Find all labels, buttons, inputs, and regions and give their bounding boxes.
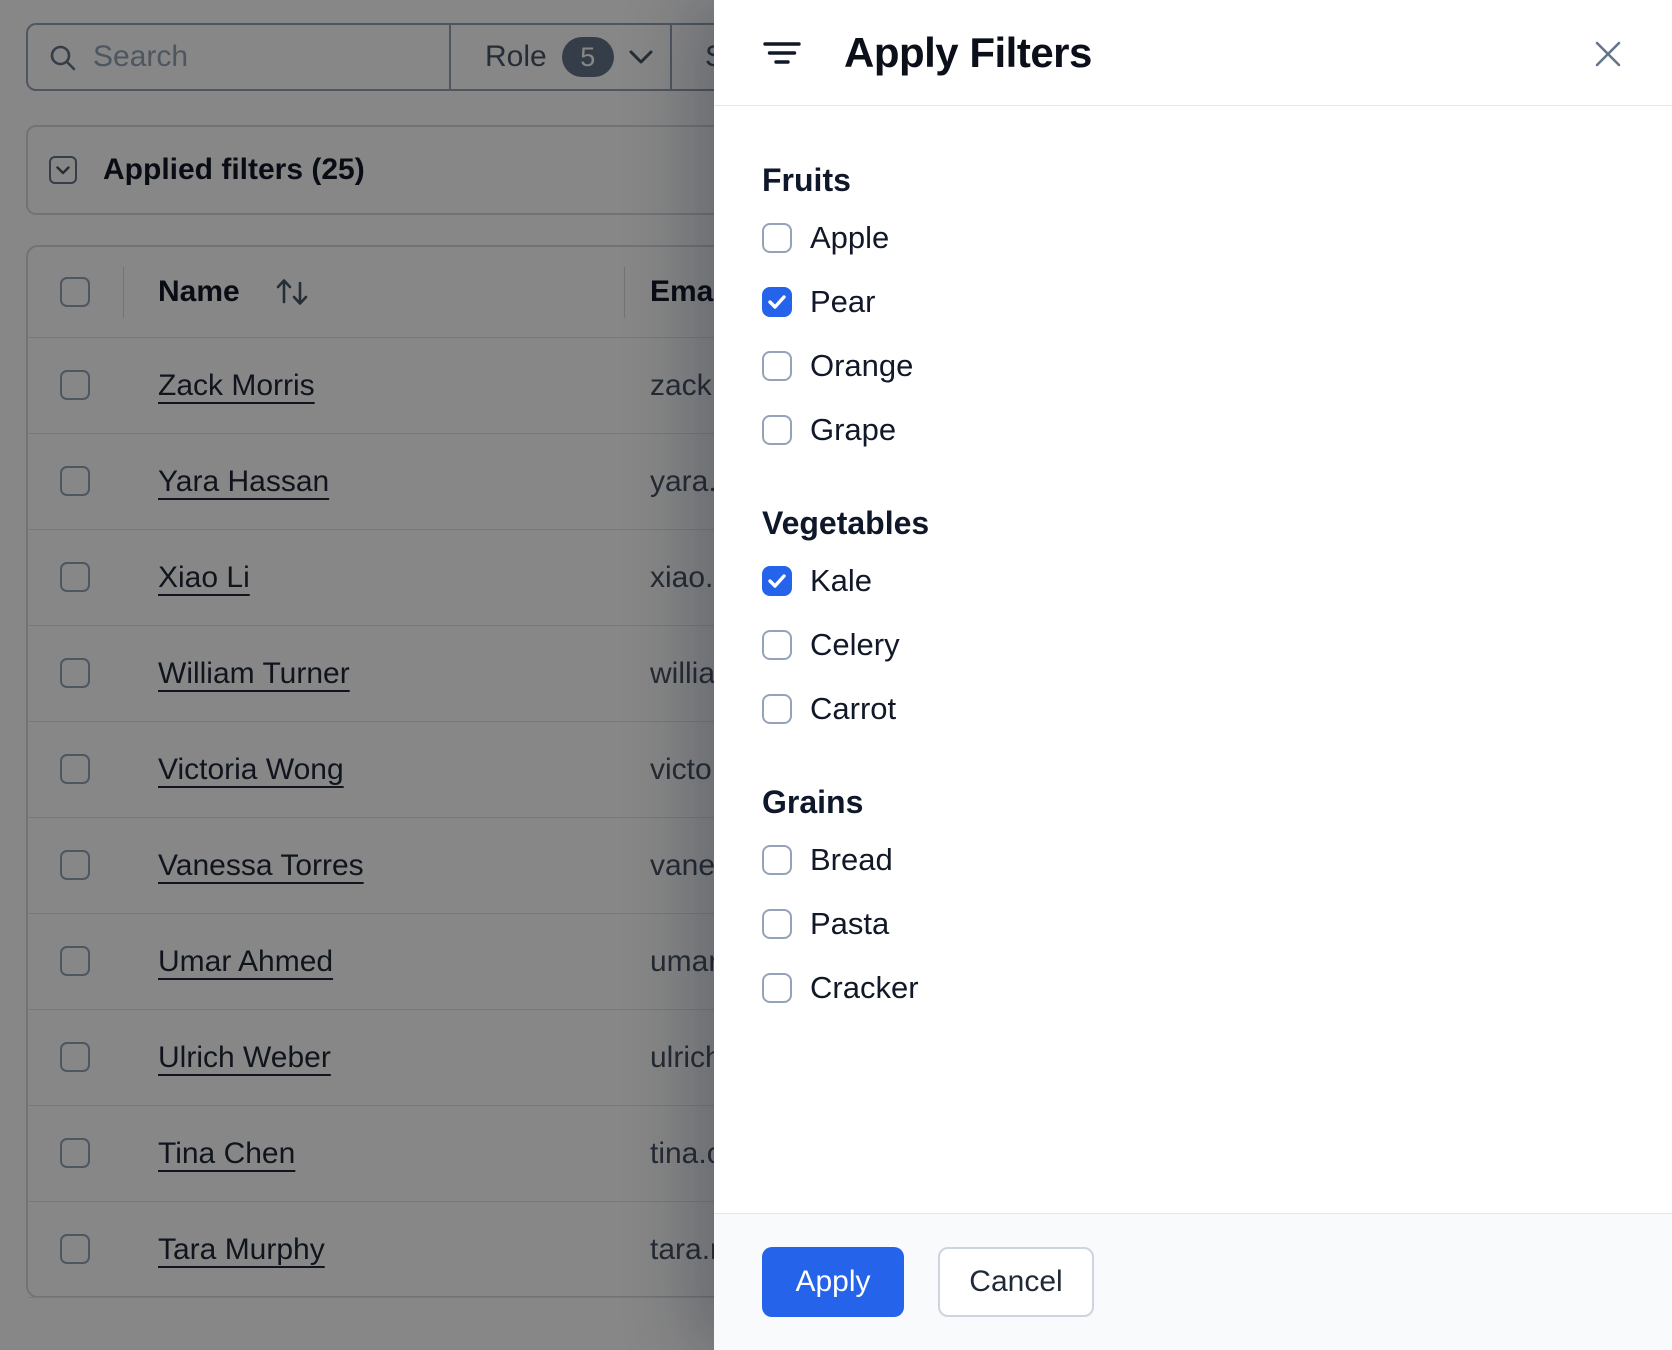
filter-section: Vegetables Kale Celery Carrot bbox=[762, 505, 1624, 726]
filter-checkbox[interactable] bbox=[762, 223, 792, 253]
checkmark-icon bbox=[768, 574, 786, 588]
filter-section: Fruits Apple Pear Orange Grape bbox=[762, 162, 1624, 447]
filter-section-heading: Vegetables bbox=[762, 505, 930, 541]
filter-options-list: Fruits Apple Pear Orange Grape Vegetable… bbox=[714, 106, 1672, 1213]
panel-title: Apply Filters bbox=[844, 28, 1092, 76]
filter-option[interactable]: Grape bbox=[762, 412, 1624, 447]
filter-checkbox[interactable] bbox=[762, 351, 792, 381]
app-root: Role 5 S Applied filters (25) bbox=[0, 0, 1672, 1350]
filter-option[interactable]: Cracker bbox=[762, 970, 1624, 1005]
filter-option[interactable]: Carrot bbox=[762, 691, 1624, 726]
filter-option[interactable]: Bread bbox=[762, 842, 1624, 877]
filter-option-label: Pear bbox=[810, 284, 876, 319]
filter-option-label: Bread bbox=[810, 842, 893, 877]
filter-section: Grains Bread Pasta Cracker bbox=[762, 784, 1624, 1005]
cancel-button[interactable]: Cancel bbox=[938, 1247, 1094, 1317]
panel-header: Apply Filters bbox=[714, 0, 1672, 106]
filter-checkbox[interactable] bbox=[762, 694, 792, 724]
filter-checkbox[interactable] bbox=[762, 415, 792, 445]
filter-option-label: Celery bbox=[810, 627, 900, 662]
apply-button[interactable]: Apply bbox=[762, 1247, 904, 1317]
panel-footer: Apply Cancel bbox=[714, 1213, 1672, 1350]
filter-option-label: Grape bbox=[810, 412, 897, 447]
filter-checkbox[interactable] bbox=[762, 566, 792, 596]
filter-option[interactable]: Orange bbox=[762, 348, 1624, 383]
filter-checkbox[interactable] bbox=[762, 973, 792, 1003]
filter-option-label: Pasta bbox=[810, 906, 890, 941]
filter-icon bbox=[763, 41, 801, 64]
filter-option-label: Carrot bbox=[810, 691, 897, 726]
filter-checkbox[interactable] bbox=[762, 909, 792, 939]
filter-section-heading: Fruits bbox=[762, 162, 851, 198]
filter-option-label: Apple bbox=[810, 220, 890, 255]
filter-option[interactable]: Kale bbox=[762, 563, 1624, 598]
apply-filters-panel: Apply Filters Fruits Apple Pear Orange G… bbox=[714, 0, 1672, 1350]
filter-option-label: Kale bbox=[810, 563, 873, 598]
filter-section-heading: Grains bbox=[762, 784, 864, 820]
filter-option-label: Cracker bbox=[810, 970, 919, 1005]
close-button[interactable] bbox=[1586, 32, 1630, 76]
filter-option[interactable]: Celery bbox=[762, 627, 1624, 662]
filter-checkbox[interactable] bbox=[762, 630, 792, 660]
close-icon bbox=[1595, 41, 1621, 67]
filter-checkbox[interactable] bbox=[762, 287, 792, 317]
filter-checkbox[interactable] bbox=[762, 845, 792, 875]
checkmark-icon bbox=[768, 295, 786, 309]
filter-option[interactable]: Pasta bbox=[762, 906, 1624, 941]
filter-option-label: Orange bbox=[810, 348, 914, 383]
filter-option[interactable]: Apple bbox=[762, 220, 1624, 255]
filter-option[interactable]: Pear bbox=[762, 284, 1624, 319]
